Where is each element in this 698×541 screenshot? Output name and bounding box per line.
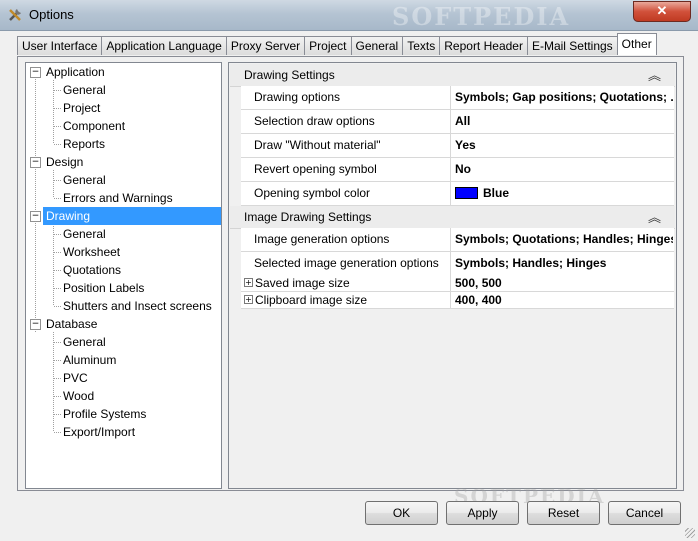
property-name: Image generation options bbox=[242, 228, 451, 251]
cancel-button[interactable]: Cancel bbox=[608, 501, 681, 525]
property-row[interactable]: Revert opening symbol No bbox=[241, 158, 674, 182]
resize-grip-icon[interactable] bbox=[685, 528, 695, 538]
tab-report-header[interactable]: Report Header bbox=[439, 36, 528, 55]
category-drawing-settings[interactable]: Drawing Settings ︽ bbox=[230, 64, 675, 87]
tree-node-drawing[interactable]: − Drawing bbox=[30, 207, 221, 225]
tree-item-general[interactable]: General bbox=[26, 171, 216, 189]
tree-item-general[interactable]: General bbox=[26, 225, 216, 243]
collapse-chevron-icon[interactable]: ︽ bbox=[648, 65, 661, 84]
property-grid: Drawing Settings ︽ Drawing options Symbo… bbox=[228, 62, 677, 489]
property-value[interactable]: 500, 500 bbox=[455, 275, 673, 291]
collapse-icon[interactable]: − bbox=[30, 157, 41, 168]
property-name: Selected image generation options bbox=[242, 252, 451, 275]
property-value[interactable]: All bbox=[455, 110, 673, 133]
apply-button[interactable]: Apply bbox=[446, 501, 519, 525]
property-row[interactable]: + Clipboard image size 400, 400 bbox=[241, 292, 674, 309]
tree-item-export-import[interactable]: Export/Import bbox=[26, 423, 216, 441]
tree-item-profile-systems[interactable]: Profile Systems bbox=[26, 405, 216, 423]
property-value[interactable]: No bbox=[455, 158, 673, 181]
property-row[interactable]: Drawing options Symbols; Gap positions; … bbox=[241, 86, 674, 110]
tree-item-reports[interactable]: Reports bbox=[26, 135, 216, 153]
tab-other[interactable]: Other bbox=[616, 33, 657, 55]
property-row[interactable]: Selection draw options All bbox=[241, 110, 674, 134]
collapse-icon[interactable]: − bbox=[30, 67, 41, 78]
property-name: Opening symbol color bbox=[242, 182, 451, 205]
property-row[interactable]: Selected image generation options Symbol… bbox=[241, 252, 674, 276]
property-value[interactable]: Blue bbox=[455, 182, 673, 205]
property-value[interactable]: 400, 400 bbox=[455, 292, 673, 308]
property-row[interactable]: Opening symbol color Blue bbox=[241, 182, 674, 206]
tree-item-project[interactable]: Project bbox=[26, 99, 216, 117]
tree-item-general[interactable]: General bbox=[26, 333, 216, 351]
tree-item-quotations[interactable]: Quotations bbox=[26, 261, 216, 279]
tree-item-general[interactable]: General bbox=[26, 81, 216, 99]
property-value[interactable]: Symbols; Gap positions; Quotations; ... bbox=[455, 86, 673, 109]
reset-button[interactable]: Reset bbox=[527, 501, 600, 525]
property-row[interactable]: Image generation options Symbols; Quotat… bbox=[241, 228, 674, 252]
tree-item-aluminum[interactable]: Aluminum bbox=[26, 351, 216, 369]
title-bar: Options SOFTPEDIA ✕ bbox=[0, 0, 698, 31]
property-row[interactable]: + Saved image size 500, 500 bbox=[241, 275, 674, 292]
property-name: Selection draw options bbox=[242, 110, 451, 133]
collapse-chevron-icon[interactable]: ︽ bbox=[648, 207, 661, 226]
property-name: Revert opening symbol bbox=[242, 158, 451, 181]
expand-icon[interactable]: + bbox=[244, 295, 253, 304]
tree-item-component[interactable]: Component bbox=[26, 117, 216, 135]
expand-icon[interactable]: + bbox=[244, 278, 253, 287]
tools-icon bbox=[9, 9, 21, 21]
property-value[interactable]: Symbols; Quotations; Handles; Hinges bbox=[455, 228, 673, 251]
category-image-drawing-settings[interactable]: Image Drawing Settings ︽ bbox=[230, 206, 675, 229]
collapse-icon[interactable]: − bbox=[30, 211, 41, 222]
tree-item-errors-and-warnings[interactable]: Errors and Warnings bbox=[26, 189, 216, 207]
tab-proxy-server[interactable]: Proxy Server bbox=[225, 36, 306, 55]
ok-button[interactable]: OK bbox=[365, 501, 438, 525]
tree-item-pvc[interactable]: PVC bbox=[26, 369, 216, 387]
property-value[interactable]: Yes bbox=[455, 134, 673, 157]
color-swatch bbox=[455, 186, 478, 199]
property-name: + Saved image size bbox=[242, 275, 451, 291]
tab-texts[interactable]: Texts bbox=[402, 36, 441, 55]
tab-application-language[interactable]: Application Language bbox=[101, 36, 227, 55]
collapse-icon[interactable]: − bbox=[30, 319, 41, 330]
property-row[interactable]: Draw "Without material" Yes bbox=[241, 134, 674, 158]
window-title: Options bbox=[29, 7, 74, 22]
property-name: Draw "Without material" bbox=[242, 134, 451, 157]
tree-item-wood[interactable]: Wood bbox=[26, 387, 216, 405]
tree-item-position-labels[interactable]: Position Labels bbox=[26, 279, 216, 297]
settings-tree[interactable]: − Application General Project Component … bbox=[25, 62, 222, 489]
tab-general[interactable]: General bbox=[350, 36, 404, 55]
property-value[interactable]: Symbols; Handles; Hinges bbox=[455, 252, 673, 275]
property-name: Drawing options bbox=[242, 86, 451, 109]
property-name: + Clipboard image size bbox=[242, 292, 451, 308]
tab-email-settings[interactable]: E-Mail Settings bbox=[526, 36, 618, 55]
tab-user-interface[interactable]: User Interface bbox=[17, 36, 103, 55]
tab-strip: User Interface Application Language Prox… bbox=[17, 33, 657, 56]
tree-item-worksheet[interactable]: Worksheet bbox=[26, 243, 216, 261]
close-button[interactable]: ✕ bbox=[633, 1, 691, 22]
tab-project[interactable]: Project bbox=[304, 36, 352, 55]
watermark: SOFTPEDIA bbox=[392, 2, 571, 31]
tree-item-shutters-insect-screens[interactable]: Shutters and Insect screens bbox=[26, 297, 216, 315]
